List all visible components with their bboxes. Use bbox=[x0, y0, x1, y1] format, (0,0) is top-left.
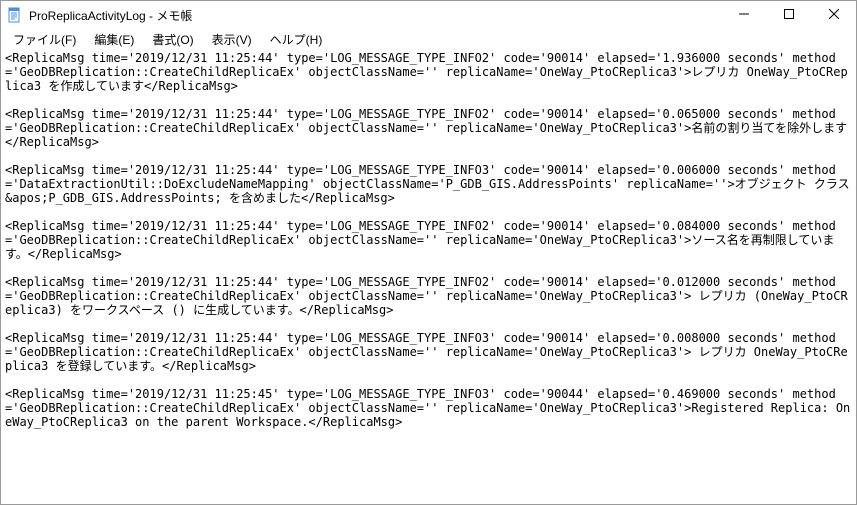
titlebar: ProReplicaActivityLog - メモ帳 bbox=[1, 1, 856, 29]
notepad-icon bbox=[7, 7, 23, 23]
menubar: ファイル(F) 編集(E) 書式(O) 表示(V) ヘルプ(H) bbox=[1, 29, 856, 49]
notepad-window: ProReplicaActivityLog - メモ帳 bbox=[0, 0, 857, 505]
close-button[interactable] bbox=[811, 1, 856, 29]
close-icon bbox=[829, 8, 839, 22]
maximize-icon bbox=[784, 8, 794, 22]
menu-format[interactable]: 書式(O) bbox=[144, 29, 201, 50]
window-title: ProReplicaActivityLog - メモ帳 bbox=[29, 7, 721, 24]
minimize-button[interactable] bbox=[721, 1, 766, 29]
client-area bbox=[1, 49, 856, 504]
menu-help[interactable]: ヘルプ(H) bbox=[262, 29, 331, 50]
menu-view[interactable]: 表示(V) bbox=[204, 29, 260, 50]
menu-file[interactable]: ファイル(F) bbox=[5, 29, 84, 50]
minimize-icon bbox=[739, 8, 749, 22]
menu-edit[interactable]: 編集(E) bbox=[86, 29, 142, 50]
window-controls bbox=[721, 1, 856, 29]
editor-textarea[interactable] bbox=[1, 49, 856, 504]
maximize-button[interactable] bbox=[766, 1, 811, 29]
